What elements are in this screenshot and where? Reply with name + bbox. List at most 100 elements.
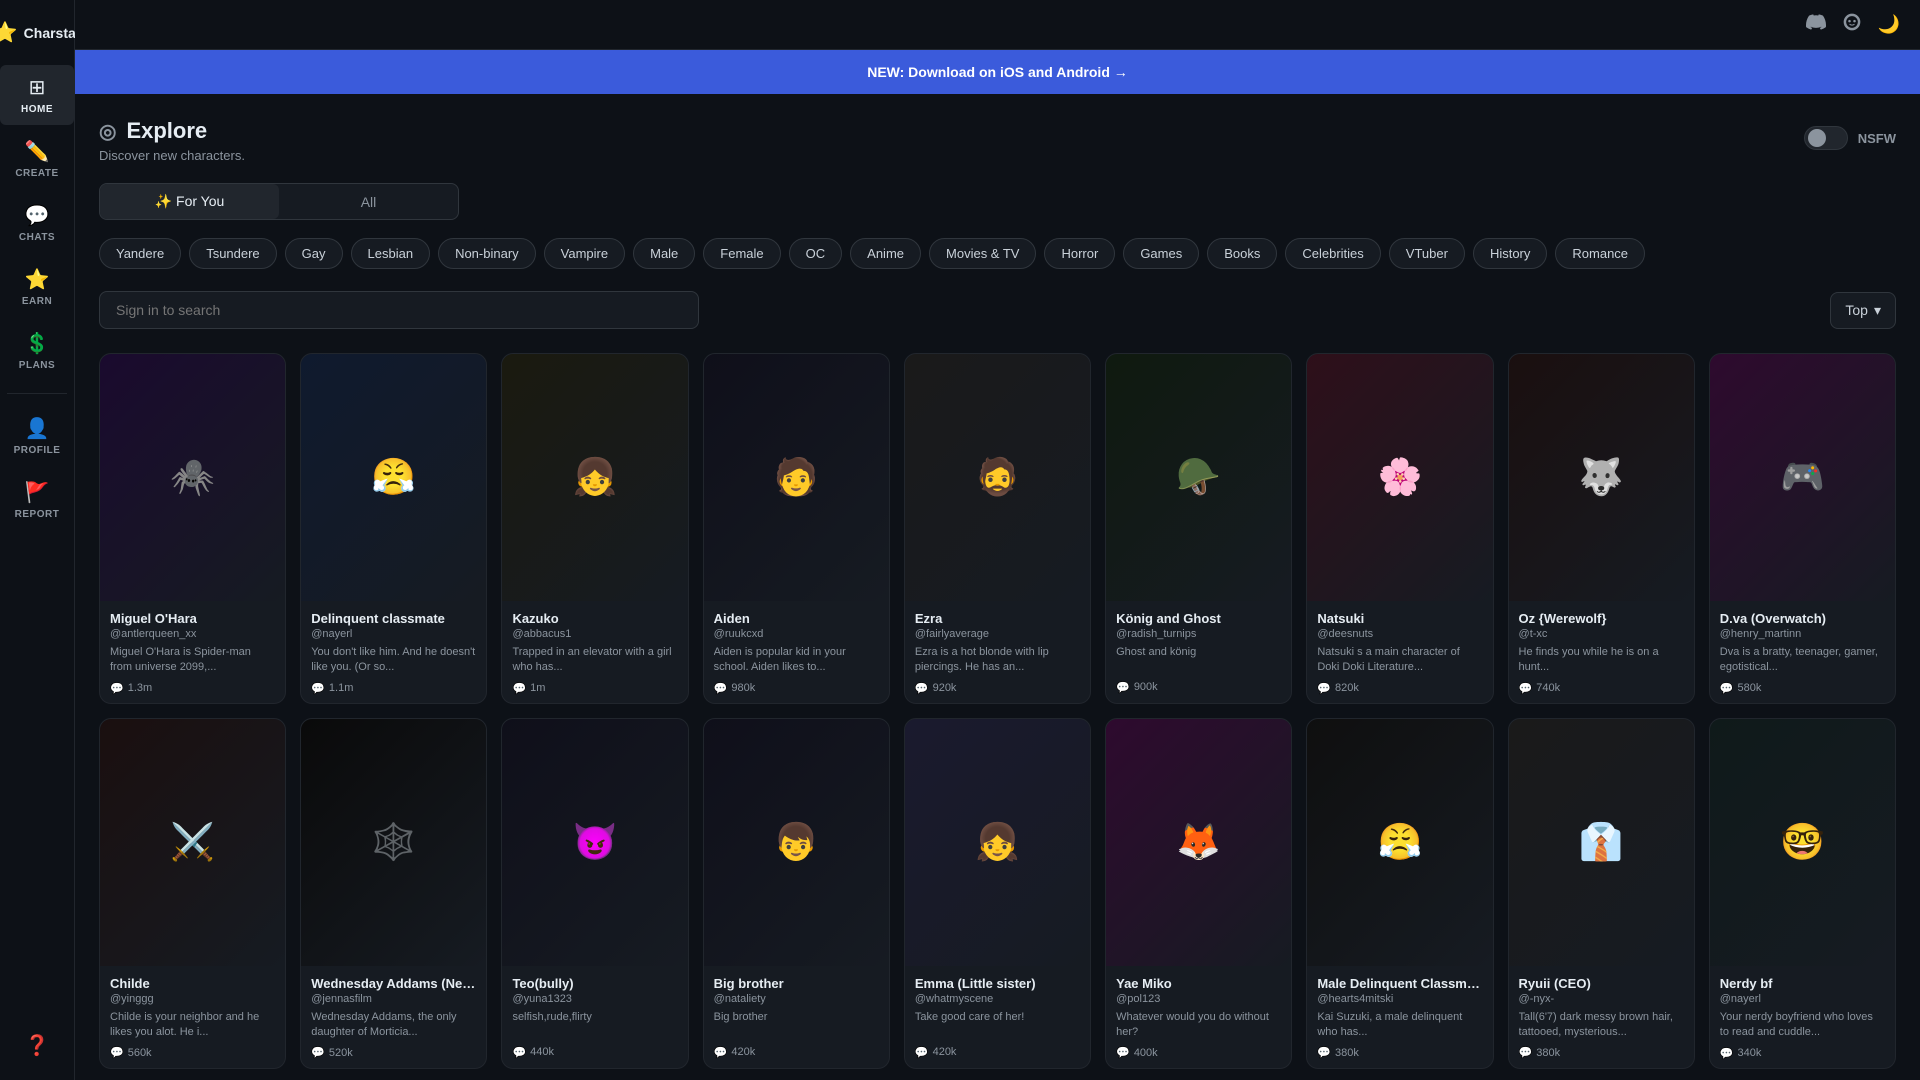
sort-dropdown[interactable]: Top ▾ — [1830, 292, 1896, 329]
card-kazuko[interactable]: 👧 Kazuko @abbacus1 Trapped in an elevato… — [501, 353, 688, 704]
card-body: Ezra @fairlyaverage Ezra is a hot blonde… — [905, 601, 1090, 703]
card-natsuki[interactable]: 🌸 Natsuki @deesnuts Natsuki s a main cha… — [1306, 353, 1493, 704]
card-chat-count: 820k — [1335, 682, 1359, 694]
category-chip-female[interactable]: Female — [703, 238, 780, 269]
tab-for-you[interactable]: ✨ For You — [100, 184, 279, 219]
card-bigbrother[interactable]: 👦 Big brother @nataliety Big brother 💬 4… — [703, 718, 890, 1069]
card-name: Male Delinquent Classmate — [1317, 976, 1482, 991]
explore-title: ◎ Explore — [99, 118, 245, 144]
card-chat-count: 560k — [128, 1047, 152, 1059]
explore-title-text: Explore — [126, 118, 207, 144]
card-body: Oz {Werewolf} @t-xc He finds you while h… — [1509, 601, 1694, 703]
category-chip-romance[interactable]: Romance — [1555, 238, 1645, 269]
logo-star: ⭐ — [0, 20, 18, 45]
card-name: Teo(bully) — [512, 976, 677, 991]
category-chip-games[interactable]: Games — [1123, 238, 1199, 269]
tab-all[interactable]: All — [279, 184, 458, 219]
card-image: 😤 — [301, 354, 486, 601]
sidebar-item-plans[interactable]: 💲 PLANS — [0, 321, 74, 381]
toggle-thumb — [1808, 129, 1826, 147]
card-miguelohara[interactable]: 🕷️ Miguel O'Hara @antlerqueen_xx Miguel … — [99, 353, 286, 704]
card-wednesdayaddamsnetfl[interactable]: 🕸️ Wednesday Addams (Netflix Series) @je… — [300, 718, 487, 1069]
category-chip-tsundere[interactable]: Tsundere — [189, 238, 276, 269]
card-handle: @radish_turnips — [1116, 628, 1281, 640]
nsfw-toggle[interactable] — [1804, 126, 1848, 150]
search-input[interactable] — [99, 291, 699, 329]
card-teobully[interactable]: 😈 Teo(bully) @yuna1323 selfish,rude,flir… — [501, 718, 688, 1069]
category-chip-gay[interactable]: Gay — [285, 238, 343, 269]
card-footer: 💬 900k — [1116, 681, 1281, 694]
card-body: Yae Miko @pol123 Whatever would you do w… — [1106, 966, 1291, 1068]
category-chip-vampire[interactable]: Vampire — [544, 238, 625, 269]
cards-grid-row1: 🕷️ Miguel O'Hara @antlerqueen_xx Miguel … — [99, 353, 1896, 704]
sidebar-item-chats[interactable]: 💬 CHATS — [0, 193, 74, 253]
category-chip-oc[interactable]: OC — [789, 238, 843, 269]
chat-icon: 💬 — [512, 1046, 526, 1059]
moon-icon[interactable]: 🌙 — [1878, 14, 1900, 35]
card-name: Kazuko — [512, 611, 677, 626]
card-body: Delinquent classmate @nayerl You don't l… — [301, 601, 486, 703]
sidebar: ⭐ Charstar ⊞ HOME ✏️ CREATE 💬 CHATS ⭐ EA… — [0, 0, 75, 1080]
card-footer: 💬 380k — [1317, 1046, 1482, 1059]
card-description: Aiden is popular kid in your school. Aid… — [714, 645, 879, 676]
category-chip-horror[interactable]: Horror — [1044, 238, 1115, 269]
sidebar-item-profile[interactable]: 👤 PROFILE — [0, 406, 74, 466]
card-delinquentclassmate[interactable]: 😤 Delinquent classmate @nayerl You don't… — [300, 353, 487, 704]
card-body: Teo(bully) @yuna1323 selfish,rude,flirty… — [502, 966, 687, 1067]
sidebar-label-chats: CHATS — [19, 232, 55, 243]
category-chip-history[interactable]: History — [1473, 238, 1547, 269]
category-chip-anime[interactable]: Anime — [850, 238, 921, 269]
category-chip-nonbinary[interactable]: Non-binary — [438, 238, 536, 269]
card-description: Wednesday Addams, the only daughter of M… — [311, 1010, 476, 1041]
sidebar-item-earn[interactable]: ⭐ EARN — [0, 257, 74, 317]
card-chat-count: 420k — [933, 1046, 957, 1058]
card-aiden[interactable]: 🧑 Aiden @ruukcxd Aiden is popular kid in… — [703, 353, 890, 704]
card-footer: 💬 1m — [512, 682, 677, 695]
card-name: Emma (Little sister) — [915, 976, 1080, 991]
category-chip-male[interactable]: Male — [633, 238, 695, 269]
card-footer: 💬 580k — [1720, 682, 1885, 695]
card-ezra[interactable]: 🧔 Ezra @fairlyaverage Ezra is a hot blon… — [904, 353, 1091, 704]
category-chip-lesbian[interactable]: Lesbian — [351, 238, 431, 269]
card-emmalittlesister[interactable]: 👧 Emma (Little sister) @whatmyscene Take… — [904, 718, 1091, 1069]
chat-icon: 💬 — [512, 682, 526, 695]
card-ryuiiceo[interactable]: 👔 Ryuii (CEO) @-nyx- Tall(6'7) dark mess… — [1508, 718, 1695, 1069]
card-handle: @henry_martinn — [1720, 628, 1885, 640]
category-chip-vtuber[interactable]: VTuber — [1389, 238, 1465, 269]
category-chips: Yandere Tsundere Gay LesbianNon-binary Vampi… — [99, 238, 1896, 273]
search-input-wrap — [99, 291, 699, 329]
card-handle: @ruukcxd — [714, 628, 879, 640]
card-ozwerewolf[interactable]: 🐺 Oz {Werewolf} @t-xc He finds you while… — [1508, 353, 1695, 704]
reddit-icon[interactable] — [1842, 12, 1862, 37]
card-footer: 💬 340k — [1720, 1047, 1885, 1060]
card-name: Ezra — [915, 611, 1080, 626]
card-knigandghost[interactable]: 🪖 König and Ghost @radish_turnips Ghost … — [1105, 353, 1292, 704]
card-handle: @whatmyscene — [915, 993, 1080, 1005]
card-name: König and Ghost — [1116, 611, 1281, 626]
sidebar-label-plans: PLANS — [19, 360, 55, 371]
category-chip-moviestv[interactable]: Movies & TV — [929, 238, 1036, 269]
sidebar-item-report[interactable]: 🚩 REPORT — [0, 470, 74, 530]
card-dvaoverwatch[interactable]: 🎮 D.va (Overwatch) @henry_martinn Dva is… — [1709, 353, 1896, 704]
card-description: Kai Suzuki, a male delinquent who has... — [1317, 1010, 1482, 1041]
sidebar-item-home[interactable]: ⊞ HOME — [0, 65, 74, 125]
card-nerdybf[interactable]: 🤓 Nerdy bf @nayerl Your nerdy boyfriend … — [1709, 718, 1896, 1069]
category-chip-books[interactable]: Books — [1207, 238, 1277, 269]
sidebar-item-create[interactable]: ✏️ CREATE — [0, 129, 74, 189]
card-chat-count: 1m — [530, 682, 545, 694]
card-childe[interactable]: ⚔️ Childe @yinggg Childe is your neighbo… — [99, 718, 286, 1069]
download-banner[interactable]: NEW: Download on iOS and Android → — [75, 50, 1920, 94]
discord-icon[interactable] — [1806, 12, 1826, 37]
card-image: 🐺 — [1509, 354, 1694, 601]
chat-icon: 💬 — [311, 682, 325, 695]
category-chip-yandere[interactable]: Yandere — [99, 238, 181, 269]
card-maledelinquentclassm[interactable]: 😤 Male Delinquent Classmate @hearts4mits… — [1306, 718, 1493, 1069]
card-name: Wednesday Addams (Netflix Series) — [311, 976, 476, 991]
category-chip-celebrities[interactable]: Celebrities — [1285, 238, 1380, 269]
card-image: 😈 — [502, 719, 687, 966]
card-image: 👧 — [502, 354, 687, 601]
sidebar-item-help[interactable]: ❓ — [0, 1023, 74, 1068]
chat-icon: 💬 — [1317, 1046, 1331, 1059]
card-yaemiko[interactable]: 🦊 Yae Miko @pol123 Whatever would you do… — [1105, 718, 1292, 1069]
logo[interactable]: ⭐ Charstar — [0, 12, 74, 53]
